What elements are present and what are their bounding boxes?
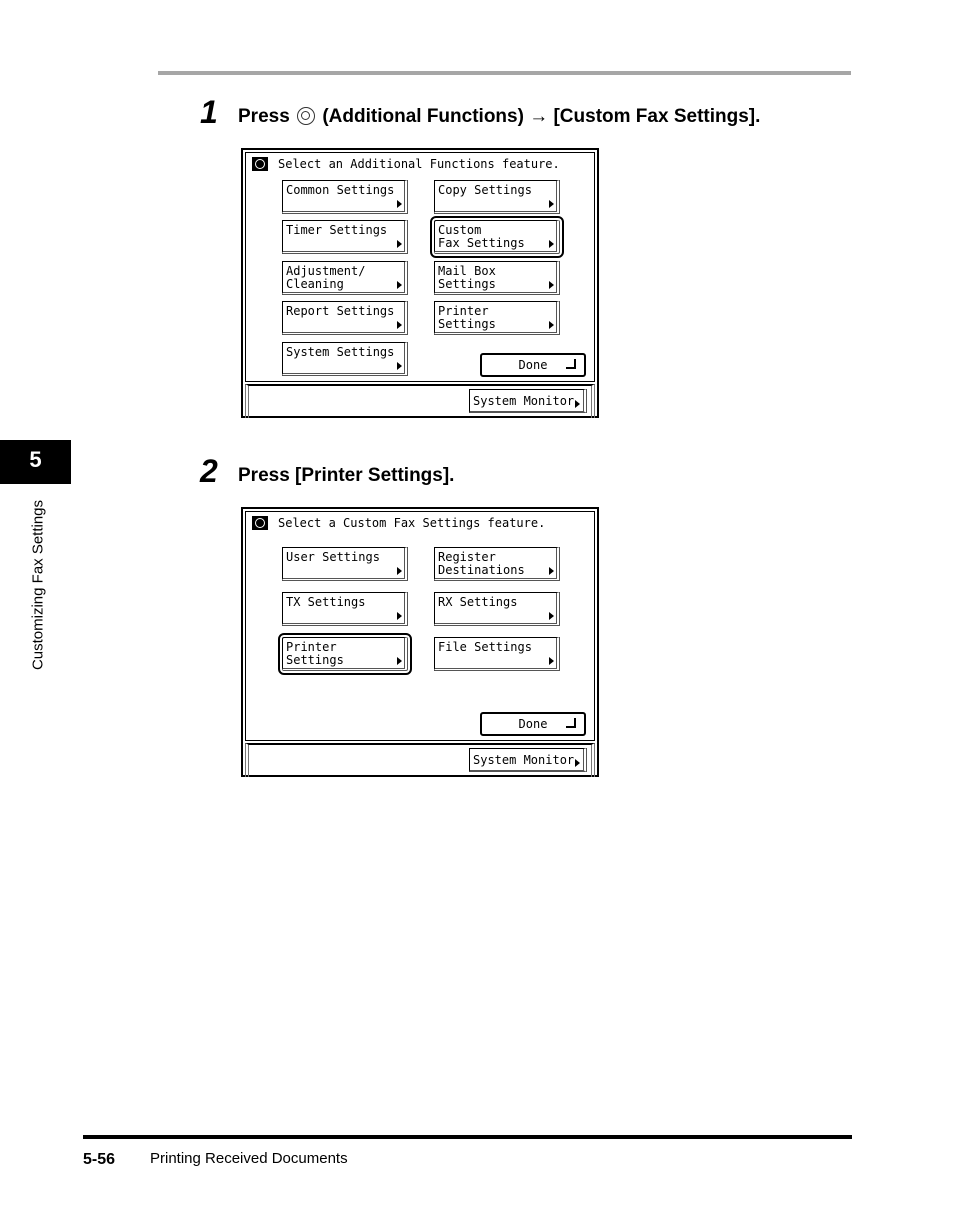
arrow-right-icon [397, 567, 402, 575]
button-label: Adjustment/ Cleaning [286, 264, 366, 291]
page-number: 5-56 [83, 1151, 116, 1168]
arrow-right-icon [397, 612, 402, 620]
step-2-instruction: Press [Printer Settings]. [238, 465, 455, 486]
register-destinations-button[interactable]: Register Destinations [434, 547, 560, 581]
user-settings-button[interactable]: User Settings [282, 547, 408, 581]
arrow-right-icon [549, 657, 554, 665]
step-1-text-before: Press [238, 106, 290, 127]
system-monitor-label: System Monitor [473, 394, 575, 408]
arrow-right-icon [397, 362, 402, 370]
step-1-text-after: (Additional Functions) → [Custom Fax Set… [322, 106, 761, 127]
top-rule [158, 71, 851, 75]
additional-functions-icon [252, 516, 268, 530]
done-button[interactable]: Done [480, 712, 586, 736]
system-monitor-label: System Monitor [473, 753, 575, 767]
timer-settings-button[interactable]: Timer Settings [282, 220, 408, 254]
button-label: System Settings [286, 345, 395, 359]
return-icon [566, 718, 576, 728]
button-label: Mail Box Settings [438, 264, 496, 291]
button-label: Copy Settings [438, 183, 532, 197]
status-bar: System Monitor [245, 743, 595, 777]
mail-box-settings-button[interactable]: Mail Box Settings [434, 261, 560, 295]
printer-settings-button[interactable]: Printer Settings [278, 633, 412, 675]
step-1-number: 1 [200, 94, 218, 130]
footer-section-title: Printing Received Documents [150, 1150, 348, 1167]
arrow-right-icon [549, 240, 554, 248]
done-label: Done [518, 358, 548, 372]
button-label: File Settings [438, 640, 532, 654]
arrow-right-icon [549, 200, 554, 208]
arrow-right-icon [397, 657, 402, 665]
arrow-right-icon [397, 321, 402, 329]
footer-rule [83, 1135, 852, 1139]
adjustment-cleaning-button[interactable]: Adjustment/ Cleaning [282, 261, 408, 295]
arrow-right-icon [397, 240, 402, 248]
done-button[interactable]: Done [480, 353, 586, 377]
button-label: TX Settings [286, 595, 366, 609]
button-label: Common Settings [286, 183, 395, 197]
arrow-right-icon [549, 612, 554, 620]
button-label: RX Settings [438, 595, 518, 609]
arrow-right-icon [549, 281, 554, 289]
status-bar: System Monitor [245, 384, 595, 418]
arrow-right-icon [549, 567, 554, 575]
arrow-right-icon [549, 321, 554, 329]
tx-settings-button[interactable]: TX Settings [282, 592, 408, 626]
screen-header-text: Select a Custom Fax Settings feature. [278, 516, 546, 530]
copy-settings-button[interactable]: Copy Settings [434, 180, 560, 214]
screen-header: Select an Additional Functions feature. [252, 157, 560, 171]
arrow-right-icon [575, 759, 580, 767]
button-label: Printer Settings [438, 304, 496, 331]
additional-functions-key-icon [297, 107, 316, 125]
screen-main-area: Select an Additional Functions feature. … [245, 152, 595, 382]
return-icon [566, 359, 576, 369]
arrow-right-icon [397, 200, 402, 208]
button-label: Report Settings [286, 304, 395, 318]
screen-header-text: Select an Additional Functions feature. [278, 157, 560, 171]
screen-header: Select a Custom Fax Settings feature. [252, 516, 545, 530]
custom-fax-settings-button[interactable]: Custom Fax Settings [430, 216, 564, 258]
button-label: Timer Settings [286, 223, 388, 237]
done-label: Done [518, 717, 548, 731]
button-label: Register Destinations [438, 550, 525, 577]
custom-fax-settings-screen: Select a Custom Fax Settings feature. Us… [241, 507, 599, 777]
additional-functions-screen: Select an Additional Functions feature. … [241, 148, 599, 418]
additional-functions-icon [252, 157, 268, 171]
system-monitor-button[interactable]: System Monitor [469, 389, 587, 413]
file-settings-button[interactable]: File Settings [434, 637, 560, 671]
arrow-right-icon [397, 281, 402, 289]
chapter-title: Customizing Fax Settings [29, 499, 47, 671]
report-settings-button[interactable]: Report Settings [282, 301, 408, 335]
rx-settings-button[interactable]: RX Settings [434, 592, 560, 626]
button-label: Custom Fax Settings [438, 223, 525, 250]
screen-main-area: Select a Custom Fax Settings feature. Us… [245, 511, 595, 741]
step-1-instruction: Press (Additional Functions) → [Custom F… [238, 106, 760, 128]
step-2-number: 2 [200, 453, 218, 489]
arrow-right-icon [575, 400, 580, 408]
printer-settings-button[interactable]: Printer Settings [434, 301, 560, 335]
system-monitor-button[interactable]: System Monitor [469, 748, 587, 772]
chapter-tab: 5 [0, 440, 71, 484]
system-settings-button[interactable]: System Settings [282, 342, 408, 376]
button-label: Printer Settings [286, 640, 344, 667]
button-label: User Settings [286, 550, 380, 564]
common-settings-button[interactable]: Common Settings [282, 180, 408, 214]
